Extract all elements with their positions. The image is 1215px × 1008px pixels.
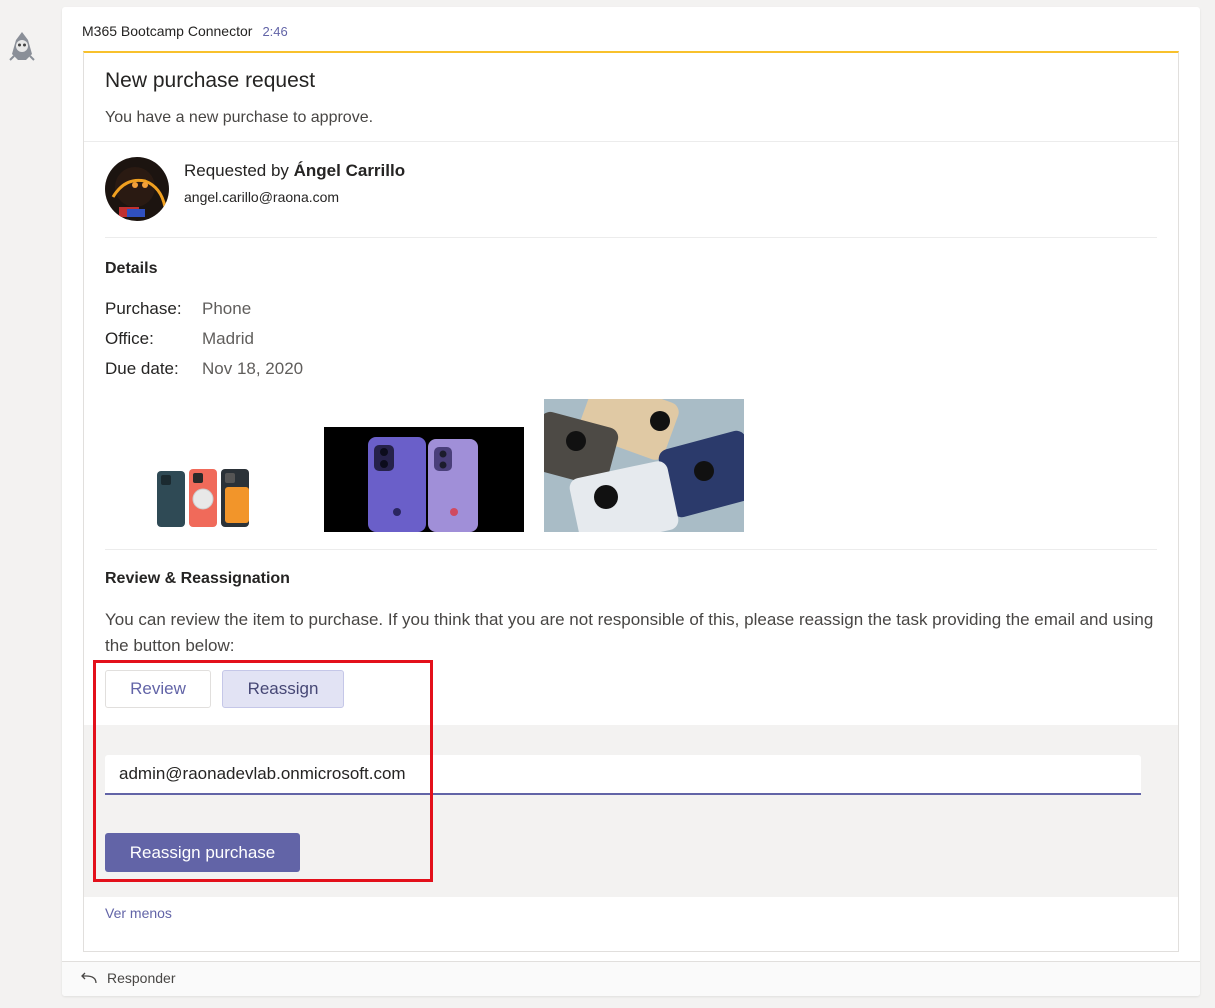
requester-email: angel.carillo@raona.com: [184, 189, 340, 205]
message-time[interactable]: 2:46: [262, 24, 287, 39]
fact-value: Phone: [202, 299, 252, 318]
fact-set: Purchase: Phone Office: Madrid Due date:…: [105, 299, 303, 389]
reply-label: Responder: [107, 970, 176, 986]
requested-by-label: Requested by: [184, 161, 294, 180]
reply-bar[interactable]: Responder: [62, 961, 1200, 996]
requester-name: Ángel Carrillo: [293, 161, 406, 180]
fact-label: Office:: [105, 329, 154, 348]
chat-message: M365 Bootcamp Connector 2:46 New purchase…: [62, 7, 1200, 996]
message-header: M365 Bootcamp Connector 2:46: [82, 23, 288, 39]
sender-name: M365 Bootcamp Connector: [82, 23, 253, 39]
review-description: You can review the item to purchase. If …: [105, 610, 1154, 655]
card-title: New purchase request: [105, 69, 316, 92]
fact-row: Purchase: Phone: [105, 299, 303, 329]
divider: [105, 237, 1157, 238]
fact-row: Office: Madrid: [105, 329, 303, 359]
card-subtitle: You have a new purchase to approve.: [105, 109, 374, 126]
fact-label: Purchase:: [105, 299, 182, 318]
reassign-button[interactable]: Reassign: [222, 670, 344, 708]
divider: [105, 549, 1157, 550]
reassign-email-input[interactable]: [105, 755, 1141, 795]
fact-value: Madrid: [202, 329, 254, 348]
reply-icon: [81, 972, 97, 984]
requester-avatar: [105, 157, 169, 221]
product-image-phone-colors[interactable]: [544, 399, 744, 532]
requested-by: Requested by Ángel Carrillo: [184, 161, 405, 181]
details-heading: Details: [105, 260, 158, 277]
bot-avatar-icon: [9, 32, 35, 61]
product-image-purple-phones[interactable]: [324, 427, 524, 532]
review-button[interactable]: Review: [105, 670, 211, 708]
product-image-cases[interactable]: [155, 467, 253, 529]
reassign-purchase-button[interactable]: Reassign purchase: [105, 833, 300, 872]
divider: [84, 141, 1178, 142]
reassign-panel: Reassign purchase: [84, 725, 1178, 897]
fact-value: Nov 18, 2020: [202, 359, 304, 378]
review-heading: Review & Reassignation: [105, 570, 290, 587]
fact-label: Due date:: [105, 359, 179, 378]
see-less-link[interactable]: Ver menos: [105, 905, 172, 921]
adaptive-card: New purchase request You have a new purc…: [83, 51, 1179, 952]
fact-row: Due date: Nov 18, 2020: [105, 359, 303, 389]
